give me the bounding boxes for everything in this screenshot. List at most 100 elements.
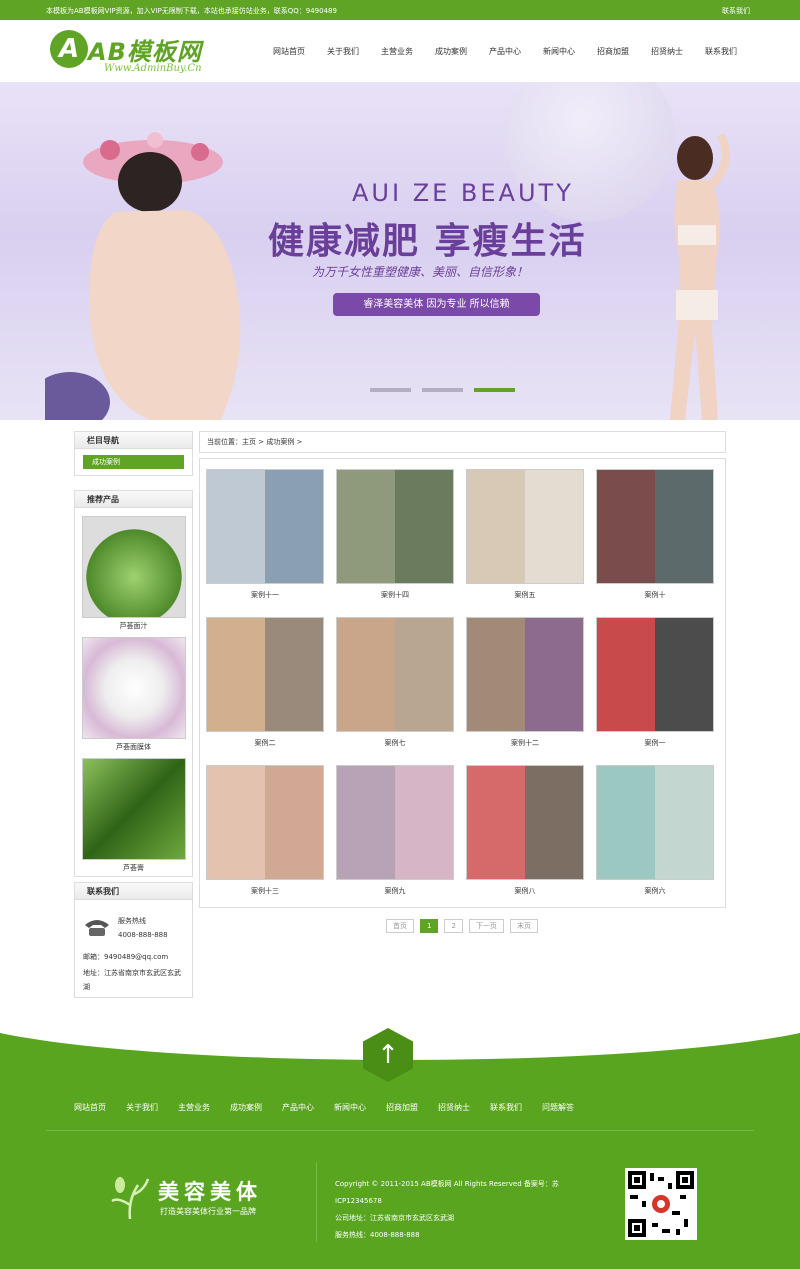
top-notice: 本模板为AB模板网VIP资源，加入VIP无限制下载，本站也承接仿站业务，联系QQ… [46, 7, 337, 15]
nav-item-news[interactable]: 新闻中心 [532, 46, 586, 57]
case-card[interactable]: 案例七 [336, 617, 454, 748]
footer-nav-item[interactable]: 网站首页 [74, 1102, 106, 1113]
case-card[interactable]: 案例十二 [466, 617, 584, 748]
footer-nav-item[interactable]: 成功案例 [230, 1102, 262, 1113]
case-card[interactable]: 案例一 [596, 617, 714, 748]
case-title[interactable]: 案例十一 [206, 590, 324, 600]
footer-address: 公司地址：江苏省南京市玄武区玄武湖 [335, 1214, 454, 1222]
hero-banner[interactable]: AUI ZE BEAUTY 健康减肥 享瘦生活 为万千女性重塑健康、美丽、自信形… [0, 82, 800, 420]
case-card[interactable]: 案例十四 [336, 469, 454, 600]
nav-item-about[interactable]: 关于我们 [316, 46, 370, 57]
slider-dot-3[interactable] [474, 388, 515, 392]
case-photo-icon[interactable] [466, 765, 584, 880]
product-card[interactable]: 芦荟膏 [81, 758, 186, 879]
case-photo-icon[interactable] [596, 765, 714, 880]
case-title[interactable]: 案例七 [336, 738, 454, 748]
footer-nav-item[interactable]: 招商加盟 [386, 1102, 418, 1113]
slider-dot-2[interactable] [422, 388, 463, 392]
woman-back-illustration [45, 132, 241, 420]
case-title[interactable]: 案例十二 [466, 738, 584, 748]
case-photo-icon[interactable] [206, 765, 324, 880]
case-card[interactable]: 案例五 [466, 469, 584, 600]
case-title[interactable]: 案例五 [466, 590, 584, 600]
case-title[interactable]: 案例十四 [336, 590, 454, 600]
product-card[interactable]: 芦荟面膜体 [81, 637, 186, 758]
footer-divider [46, 1130, 754, 1131]
logo-url: Www.AdminBuy.Cn [104, 63, 202, 74]
nav-item-business[interactable]: 主营业务 [370, 46, 424, 57]
footer-nav-item[interactable]: 联系我们 [490, 1102, 522, 1113]
case-photo-icon[interactable] [596, 617, 714, 732]
contact-email: 邮箱：9490489@qq.com [83, 953, 169, 961]
sidebar-products-title: 推荐产品 [75, 491, 192, 508]
footer: ↑ 网站首页 关于我们 主营业务 成功案例 产品中心 新闻中心 招商加盟 招贤纳… [0, 1020, 800, 1269]
pager-first[interactable]: 首页 [386, 919, 414, 933]
pager-next[interactable]: 下一页 [468, 919, 504, 933]
product-name[interactable]: 芦荟面膜体 [82, 739, 186, 758]
top-contact-link[interactable]: 联系我们 [722, 6, 750, 16]
aloe-gel-photo-icon[interactable] [81, 516, 186, 618]
sidebar-nav-title: 栏目导航 [75, 432, 192, 449]
banner-subtitle: 为万千女性重塑健康、美丽、自信形象！ [312, 265, 529, 279]
case-card[interactable]: 案例九 [336, 765, 454, 896]
site-logo[interactable]: A AB模板网 Www.AdminBuy.Cn [50, 30, 225, 76]
nav-item-cases[interactable]: 成功案例 [424, 46, 478, 57]
footer-nav-item[interactable]: 问题解答 [542, 1102, 574, 1113]
qr-pattern [628, 1171, 694, 1237]
case-photo-icon[interactable] [466, 617, 584, 732]
product-name[interactable]: 芦荟膏 [82, 860, 186, 879]
footer-nav-item[interactable]: 产品中心 [282, 1102, 314, 1113]
qr-code-icon [625, 1168, 697, 1240]
case-title[interactable]: 案例八 [466, 886, 584, 896]
footer-nav-item[interactable]: 招贤纳士 [438, 1102, 470, 1113]
woman-pose-illustration [670, 132, 730, 420]
case-card[interactable]: 案例十三 [206, 765, 324, 896]
slider-dot-1[interactable] [370, 388, 411, 392]
nav-item-franchise[interactable]: 招商加盟 [586, 46, 640, 57]
phone-icon [85, 920, 109, 936]
case-card[interactable]: 案例六 [596, 765, 714, 896]
sidebar-category-cases[interactable]: 成功案例 [83, 455, 184, 469]
sidebar-contact-title: 联系我们 [75, 883, 192, 900]
case-title[interactable]: 案例九 [336, 886, 454, 896]
case-title[interactable]: 案例十 [596, 590, 714, 600]
case-photo-icon[interactable] [206, 617, 324, 732]
footer-nav: 网站首页 关于我们 主营业务 成功案例 产品中心 新闻中心 招商加盟 招贤纳士 … [74, 1102, 594, 1113]
case-title[interactable]: 案例十三 [206, 886, 324, 896]
case-card[interactable]: 案例十一 [206, 469, 324, 600]
banner-cta-button[interactable]: 睿泽美容美体 因为专业 所以信赖 [333, 293, 540, 316]
case-photo-icon[interactable] [596, 469, 714, 584]
case-title[interactable]: 案例六 [596, 886, 714, 896]
pager-page-1[interactable]: 1 [420, 919, 439, 933]
cases-grid: 案例十一 案例十四 案例五 案例十 案例二 案例七 案例十二 案例一 案例十三 … [199, 458, 726, 908]
case-photo-icon[interactable] [466, 469, 584, 584]
pager-page-2[interactable]: 2 [444, 919, 463, 933]
contact-address: 地址：江苏省南京市玄武区玄武湖 [83, 969, 181, 991]
case-photo-icon[interactable] [336, 617, 454, 732]
case-title[interactable]: 案例一 [596, 738, 714, 748]
case-card[interactable]: 案例二 [206, 617, 324, 748]
case-photo-icon[interactable] [206, 469, 324, 584]
pager-last[interactable]: 末页 [509, 919, 538, 933]
footer-hotline: 服务热线：4008-888-888 [335, 1231, 420, 1239]
footer-copyright: Copyright © 2011-2015 AB模板网 All Rights R… [335, 1180, 559, 1205]
case-title[interactable]: 案例二 [206, 738, 324, 748]
hotline-number: 4008-888-888 [118, 931, 168, 939]
nav-item-jobs[interactable]: 招贤纳士 [640, 46, 694, 57]
case-photo-icon[interactable] [336, 469, 454, 584]
case-photo-icon[interactable] [336, 765, 454, 880]
mask-powder-photo-icon[interactable] [81, 637, 186, 739]
nav-item-contact[interactable]: 联系我们 [694, 46, 748, 57]
case-card[interactable]: 案例八 [466, 765, 584, 896]
case-card[interactable]: 案例十 [596, 469, 714, 600]
product-name[interactable]: 芦荟面汁 [82, 618, 186, 637]
aloe-leaf-photo-icon[interactable] [81, 758, 186, 860]
nav-item-home[interactable]: 网站首页 [262, 46, 316, 57]
footer-nav-item[interactable]: 主营业务 [178, 1102, 210, 1113]
footer-nav-item[interactable]: 关于我们 [126, 1102, 158, 1113]
footer-slogan: 打造美容美体行业第一品牌 [160, 1207, 256, 1216]
product-card[interactable]: 芦荟面汁 [81, 516, 186, 637]
footer-nav-item[interactable]: 新闻中心 [334, 1102, 366, 1113]
arrow-up-icon: ↑ [377, 1040, 399, 1070]
nav-item-products[interactable]: 产品中心 [478, 46, 532, 57]
